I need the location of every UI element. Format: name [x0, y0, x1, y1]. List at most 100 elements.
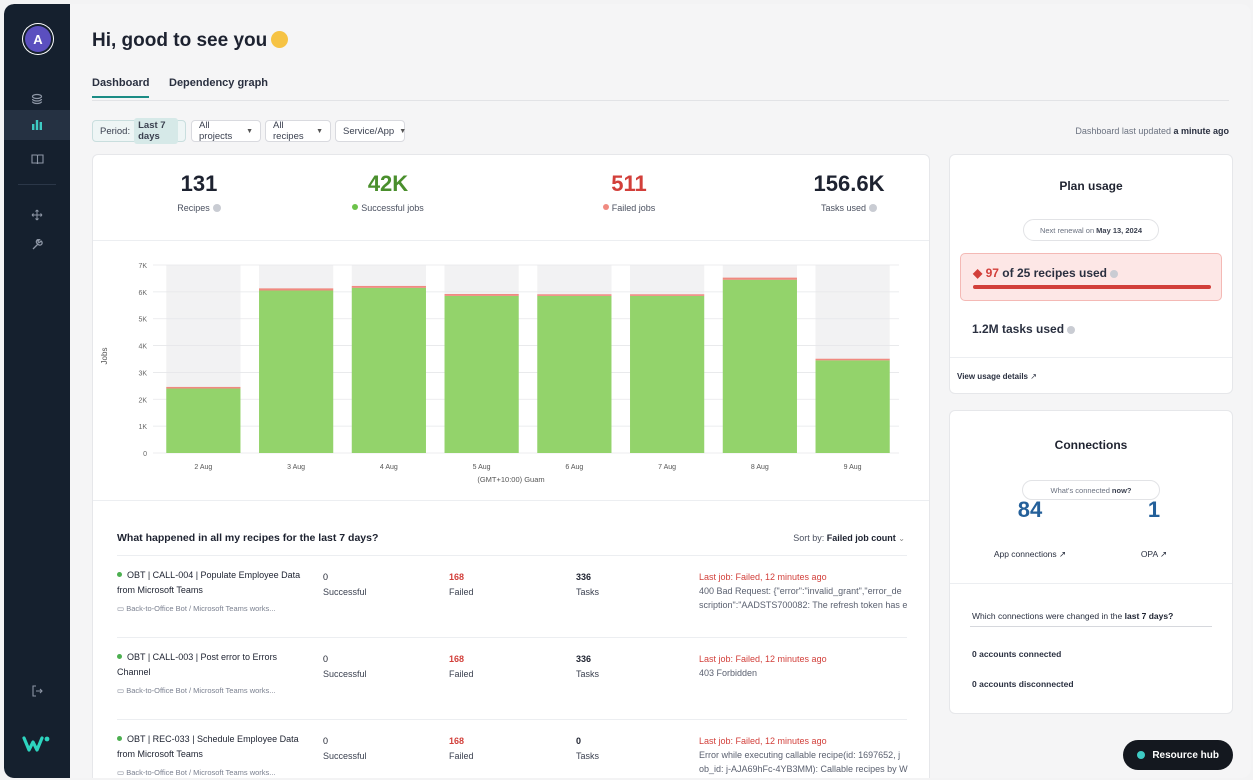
bar-successful[interactable] [630, 295, 705, 453]
recipe-folder-text: Back-to-Office Bot / Microsoft Teams wor… [126, 604, 276, 613]
recipes-filter[interactable]: All recipes ▼ [265, 120, 331, 142]
lightbulb-icon [1137, 751, 1146, 759]
app-connections-count[interactable]: 84 [990, 497, 1070, 523]
tab-dashboard[interactable]: Dashboard [92, 77, 150, 98]
view-usage-details-link[interactable]: View usage details ↗ [950, 357, 1232, 395]
book-icon[interactable] [4, 144, 70, 174]
bar-failed[interactable] [351, 285, 426, 288]
x-tick-label: 8 Aug [751, 464, 769, 471]
dashboard-card: 131 Recipes 42K Successful jobs 511 Fail… [92, 154, 930, 778]
successful-value: 0 [323, 736, 329, 746]
bar-successful[interactable] [722, 279, 797, 453]
sidebar: A [4, 4, 70, 778]
tasks-label: Tasks [576, 751, 600, 761]
recipe-row[interactable]: OBT | REC-033 | Schedule Employee Data f… [117, 719, 909, 778]
recipe-row[interactable]: OBT | CALL-003 | Post error to Errors Ch… [117, 637, 907, 717]
stat-tasks-used[interactable]: 156.6K Tasks used [769, 171, 929, 213]
status-dot-icon [117, 736, 122, 741]
bar-failed[interactable] [166, 386, 241, 389]
external-link-icon: ↗ [1160, 549, 1168, 559]
app-connections-link[interactable]: App connections ↗ [970, 549, 1090, 560]
smile-emoji-icon [271, 31, 289, 48]
tab-bar: Dashboard Dependency graph [92, 77, 1229, 101]
opa-count[interactable]: 1 [1114, 497, 1194, 523]
failed-value: 168 [449, 736, 465, 746]
last-job-info[interactable]: Last job: Failed, 12 minutes ago Error wh… [699, 734, 909, 776]
plan-usage-card: Plan usage Next renewal on May 13, 2024 ◆… [949, 154, 1233, 394]
tab-dependency-graph[interactable]: Dependency graph [169, 77, 268, 96]
bar-successful[interactable] [259, 290, 334, 453]
sort-dropdown[interactable]: Sort by: Failed job count ⌄ [793, 533, 905, 543]
whats-connected-text: What's connected [1050, 485, 1110, 495]
recipe-name-text: OBT | CALL-004 | Populate Employee Data … [117, 570, 301, 595]
stat-successful-label: Successful jobs [361, 203, 424, 213]
bar-failed[interactable] [722, 277, 797, 280]
tasks-label: Tasks [576, 669, 600, 679]
bar-failed[interactable] [630, 294, 705, 296]
x-tick-label: 6 Aug [565, 464, 583, 471]
stat-recipes[interactable]: 131 Recipes [119, 171, 279, 213]
stat-recipes-value: 131 [180, 171, 218, 196]
folder-icon: ▭ [117, 686, 125, 695]
x-tick-label: 3 Aug [287, 464, 305, 471]
bar-successful[interactable] [444, 295, 519, 453]
bar-failed[interactable] [815, 358, 890, 361]
tasks-count: 0 Tasks [576, 734, 599, 764]
recipe-name-text: OBT | CALL-003 | Post error to Errors Ch… [117, 652, 278, 677]
stat-successful-jobs[interactable]: 42K Successful jobs [308, 171, 468, 213]
avatar[interactable]: A [25, 26, 51, 52]
view-usage-details-label: View usage details [957, 372, 1028, 381]
service-filter[interactable]: Service/App ▼ [335, 120, 406, 142]
y-tick-label: 3K [138, 370, 147, 377]
recipe-folder[interactable]: ▭ Back-to-Office Bot / Microsoft Teams w… [117, 604, 276, 613]
renewal-date: May 13, 2024 [1096, 225, 1143, 235]
projects-filter[interactable]: All projects ▼ [191, 120, 261, 142]
info-icon[interactable] [869, 204, 878, 212]
opa-link[interactable]: OPA ↗ [1114, 549, 1194, 560]
bar-successful[interactable] [166, 388, 241, 453]
last-job-info[interactable]: Last job: Failed, 12 minutes ago 400 Bad … [699, 570, 909, 612]
info-icon[interactable] [212, 204, 221, 212]
recipe-row[interactable]: OBT | CALL-004 | Populate Employee Data … [117, 555, 907, 635]
x-tick-label: 2 Aug [194, 464, 212, 471]
move-icon[interactable] [4, 200, 70, 230]
recipes-filter-label: All recipes [273, 120, 304, 142]
info-icon[interactable] [1110, 270, 1118, 278]
resource-hub-button[interactable]: Resource hub [1123, 740, 1233, 770]
whats-connected-strong: now? [1111, 485, 1132, 495]
wrench-icon[interactable] [4, 230, 70, 260]
last-job-info[interactable]: Last job: Failed, 12 minutes ago 403 Forb… [699, 652, 909, 680]
recipe-name[interactable]: OBT | REC-033 | Schedule Employee Data f… [117, 732, 307, 762]
bar-failed[interactable] [537, 294, 612, 296]
green-dot-icon [352, 204, 359, 210]
recipes-section-title: What happened in all my recipes for the … [117, 532, 379, 544]
recipe-name[interactable]: OBT | CALL-003 | Post error to Errors Ch… [117, 650, 307, 680]
successful-label: Successful [323, 587, 367, 597]
workato-logo-icon[interactable] [22, 734, 52, 754]
recipe-folder[interactable]: ▭ Back-to-Office Bot / Microsoft Teams w… [117, 768, 276, 777]
logout-icon[interactable] [4, 676, 70, 706]
x-tick-label: 4 Aug [380, 464, 398, 471]
recipe-name[interactable]: OBT | CALL-004 | Populate Employee Data … [117, 568, 307, 598]
bar-successful[interactable] [537, 295, 612, 453]
last-job-error: 403 Forbidden [699, 668, 758, 678]
connections-divider [970, 626, 1212, 627]
successful-count: 0 Successful [323, 570, 367, 600]
recipes-used-text: of 25 recipes used [1002, 266, 1107, 280]
bar-successful[interactable] [815, 360, 890, 453]
stat-failed-jobs[interactable]: 511 Failed jobs [549, 171, 709, 213]
bar-failed[interactable] [444, 294, 519, 296]
tasks-value: 0 [576, 736, 582, 746]
successful-label: Successful [323, 751, 367, 761]
dashboard-chart-icon[interactable] [4, 110, 70, 140]
tasks-value: 336 [576, 654, 592, 664]
last-job-error: Error while executing callable recipe(id… [699, 750, 908, 774]
warning-diamond-icon: ◆ [973, 266, 983, 280]
app-connections-label: App connections [993, 549, 1057, 559]
bar-successful[interactable] [351, 287, 426, 453]
info-icon[interactable] [1067, 326, 1076, 334]
period-filter[interactable]: Period: Last 7 days [92, 118, 186, 144]
recipe-folder[interactable]: ▭ Back-to-Office Bot / Microsoft Teams w… [117, 686, 276, 695]
bar-failed[interactable] [259, 288, 334, 291]
tasks-value: 336 [576, 572, 592, 582]
